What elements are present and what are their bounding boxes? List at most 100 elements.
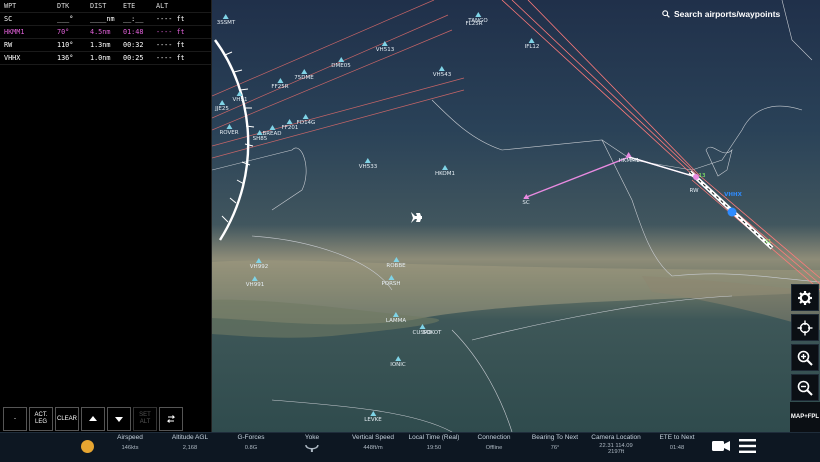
row-dist: 4.5nm [90,28,111,36]
camera-icon[interactable] [712,440,730,452]
row-wpt: HKMM1 [4,28,25,36]
set-alt-button[interactable]: SET ALT [133,407,157,431]
waypoint-ionic[interactable]: IONIC [390,356,406,369]
reverse-icon [166,415,176,423]
move-down-button[interactable] [107,407,131,431]
waypoint-rw[interactable]: RW [689,182,698,195]
stat-value: 01:48 [669,445,685,451]
search-button[interactable]: Search airports/waypoints [662,9,780,19]
zoom-out-icon [797,380,813,396]
row-alt[interactable]: ---- ft [156,54,210,62]
waypoint-fl25r[interactable]: FL25R [465,12,482,28]
row-dtk: 136° [57,54,74,62]
row-alt[interactable]: ---- ft [156,15,210,23]
waypoint-hkmm1[interactable]: HKMM1 [619,152,639,165]
waypoint-hkom1[interactable]: HKOM1 [435,165,455,178]
row-ete: 00:32 [123,41,144,49]
stat-vertical-speed: Vertical Speed 448ft/m [352,434,394,451]
dash-button[interactable]: - [3,407,27,431]
stat-bearing: Bearing To Next 76° [532,434,578,451]
settings-button[interactable] [791,284,819,311]
aircraft-icon [411,212,422,223]
waypoint-jje25[interactable]: JJE25 [215,100,229,113]
zoom-in-button[interactable] [791,344,819,371]
row-dist: 1.0nm [90,54,111,62]
flight-plan-row[interactable]: RW 110° 1.3nm 00:32 ---- ft [0,39,211,52]
act-leg-button[interactable]: ACT. LEG [29,407,53,431]
waypoint-dme05[interactable]: DME05 [331,57,351,70]
header-alt: ALT [156,2,169,10]
waypoint-vh543[interactable]: VH543 [433,66,451,79]
waypoint-vh533[interactable]: VH533 [359,158,377,171]
zoom-out-button[interactable] [791,374,819,401]
map-fpl-toggle-button[interactable]: MAP+FPL [790,402,820,432]
row-ete: __:__ [123,15,144,23]
yoke-icon [305,444,319,452]
stat-camera-location: Camera Location 22.31 114.09 2197ft [591,434,641,456]
header-ete: ETE [123,2,136,10]
waypoint-rover[interactable]: ROVER [219,124,239,137]
waypoint-robbe[interactable]: ROBBE [386,257,406,270]
globe-icon[interactable] [81,440,94,453]
zoom-in-icon [797,350,813,366]
waypoint-75dme[interactable]: 75DME [294,69,314,82]
waypoint-vh992[interactable]: VH992 [250,258,268,271]
waypoint-vh991[interactable]: VH991 [246,276,264,289]
flight-plan-row[interactable]: VHHX 136° 1.0nm 00:25 ---- ft [0,52,211,65]
stat-altitude: Altitude AGL 2,168 [172,434,208,451]
waypoint-bread[interactable]: BREAD [262,125,282,138]
flight-plan-row-active[interactable]: HKMM1 70° 4.5nm 01:48 ---- ft [0,26,211,39]
search-icon [662,10,670,18]
row-wpt: VHHX [4,54,21,62]
flight-plan-header: WPT DTK DIST ETE ALT [0,0,211,13]
stat-label: Connection [477,434,511,441]
stat-label: Vertical Speed [352,434,394,441]
waypoint-lamma[interactable]: LAMMA [386,312,406,325]
stat-value: 19:50 [426,445,442,451]
header-wpt: WPT [4,2,17,10]
row-dtk: 110° [57,41,74,49]
row-alt[interactable]: ---- ft [156,41,210,49]
stat-label: Bearing To Next [531,434,579,441]
waypoint-porsh[interactable]: PORSH [381,275,401,288]
hamburger-menu-icon[interactable] [739,439,756,453]
waypoint-sokot[interactable]: SOKOT [423,324,442,337]
map-view[interactable]: 3SSMT TANGO FL25R IFL12 VH513 VH543 DME0… [212,0,820,432]
center-map-button[interactable] [791,314,819,341]
row-alt[interactable]: ---- ft [156,28,210,36]
flight-plan-row[interactable]: SC ___° ____nm __:__ ---- ft [0,13,211,26]
stat-value: 448ft/m [363,445,383,451]
move-up-button[interactable] [81,407,105,431]
stat-value-2: 2197ft [607,449,625,456]
stat-value: 0.8G [244,445,258,451]
runway-label-13: 13 [698,173,706,179]
reverse-route-button[interactable] [159,407,183,431]
stat-label: Altitude AGL [171,434,209,441]
stat-value: 76° [550,445,560,451]
flight-plan-controls: - ACT. LEG CLEAR SET ALT [3,407,183,431]
waypoint-ff25r[interactable]: FF25R [271,78,289,91]
stat-value: 146kts [121,445,139,451]
stat-label: Yoke [304,434,320,441]
stat-airspeed: Airspeed 146kts [117,434,143,451]
waypoint-ifl12[interactable]: IFL12 [525,38,539,51]
stat-ete-next: ETE to Next 01:48 [659,434,694,451]
row-dist: 1.3nm [90,41,111,49]
waypoint-vh513[interactable]: VH513 [376,41,394,54]
header-dist: DIST [90,2,107,10]
runway-label-31: 31 [764,239,772,245]
waypoint-vhhx[interactable]: VHHX [724,192,742,199]
waypoint-vh51[interactable]: VH51 [233,91,247,104]
stat-label: Local Time (Real) [408,434,460,441]
waypoint-levke[interactable]: LEVKE [364,411,382,424]
gear-icon [798,290,812,305]
stat-label: G-Forces [237,434,265,441]
clear-button[interactable]: CLEAR [55,407,79,431]
waypoint-sc[interactable]: SC [522,194,530,207]
stat-label: Camera Location [591,434,641,441]
flight-plan-panel: WPT DTK DIST ETE ALT SC ___° ____nm __:_… [0,0,212,432]
waypoint-fd14g[interactable]: FD14G [297,114,315,127]
waypoint-3ssmt[interactable]: 3SSMT [217,14,235,27]
stat-yoke: Yoke [305,434,319,452]
map-overlay [212,0,820,432]
